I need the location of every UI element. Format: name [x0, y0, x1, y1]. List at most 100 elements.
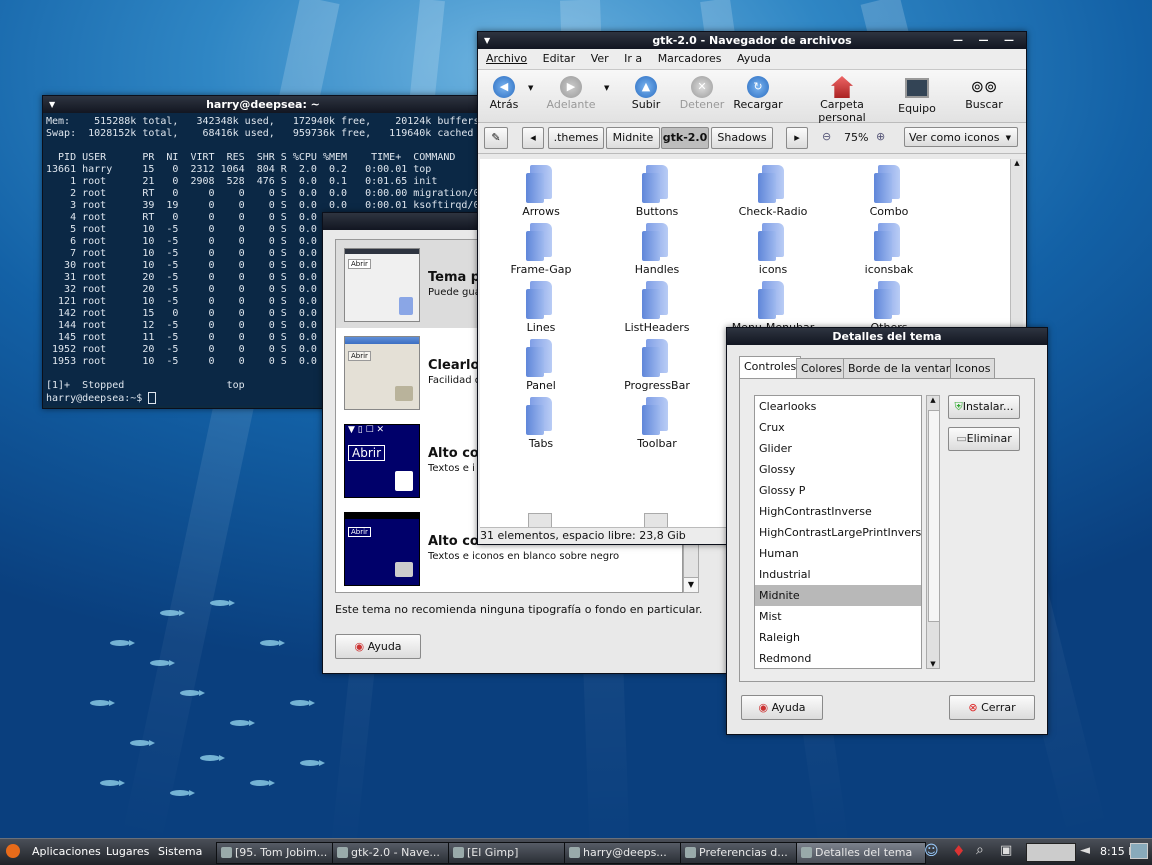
menu-aplicaciones[interactable]: Aplicaciones	[32, 845, 101, 858]
ruby-icon[interactable]: ♦	[952, 842, 965, 860]
theme-list-item[interactable]: Human	[755, 543, 921, 564]
folder-icon[interactable]	[526, 339, 556, 377]
scroll-down-icon[interactable]: ▼	[927, 660, 939, 668]
back-history-icon[interactable]: ▼	[528, 84, 533, 92]
folder-label[interactable]: Handles	[602, 263, 712, 276]
path-right-button[interactable]: ▸	[786, 127, 808, 149]
folder-label[interactable]: Toolbar	[602, 437, 712, 450]
window-menu-icon[interactable]: ▼	[484, 32, 490, 49]
file-icon[interactable]	[644, 513, 668, 527]
zoom-out-icon[interactable]: ⊖	[822, 130, 831, 143]
folder-icon[interactable]	[874, 165, 904, 203]
path-left-button[interactable]: ◂	[522, 127, 544, 149]
magnifier-icon[interactable]: ⌕	[976, 842, 984, 858]
folder-icon[interactable]	[758, 165, 788, 203]
back-button[interactable]: ◀ Atrás	[482, 76, 526, 111]
tab-borde[interactable]: Borde de la ventana	[843, 358, 965, 378]
zoom-in-icon[interactable]: ⊕	[876, 130, 885, 143]
theme-list-item[interactable]: Redmond	[755, 648, 921, 668]
folder-icon[interactable]	[642, 223, 672, 261]
window-menu-icon[interactable]: ▼	[49, 96, 55, 113]
theme-list-item[interactable]: Mist	[755, 606, 921, 627]
menu-archivo[interactable]: Archivo	[486, 52, 527, 65]
menu-ir-a[interactable]: Ir a	[624, 52, 642, 65]
folder-label[interactable]: ProgressBar	[602, 379, 712, 392]
folder-label[interactable]: Arrows	[486, 205, 596, 218]
folder-label[interactable]: Combo	[834, 205, 944, 218]
theme-details-titlebar[interactable]: Detalles del tema	[727, 328, 1047, 345]
menu-ver[interactable]: Ver	[591, 52, 609, 65]
path-shadows[interactable]: Shadows	[711, 127, 773, 149]
folder-icon[interactable]	[642, 397, 672, 435]
user-icon[interactable]: ☺	[924, 843, 939, 859]
forward-history-icon[interactable]: ▼	[604, 84, 609, 92]
menu-ayuda[interactable]: Ayuda	[737, 52, 771, 65]
path-gtk[interactable]: gtk-2.0	[661, 127, 709, 149]
folder-label[interactable]: Buttons	[602, 205, 712, 218]
help-button[interactable]: ◉ Ayuda	[335, 634, 421, 659]
ubuntu-logo-icon[interactable]	[6, 844, 20, 858]
task-terminal[interactable]: harry@deeps...	[564, 842, 692, 864]
computer-button[interactable]: Equipo	[894, 76, 940, 115]
reload-button[interactable]: ↻ Recargar	[732, 76, 784, 111]
folder-icon[interactable]	[526, 165, 556, 203]
list-scrollbar[interactable]: ▲ ▼	[926, 395, 940, 669]
folder-icon[interactable]	[758, 223, 788, 261]
theme-list-item[interactable]: HighContrastInverse	[755, 501, 921, 522]
remove-button[interactable]: ▭Eliminar	[948, 427, 1020, 451]
folder-label[interactable]: icons	[718, 263, 828, 276]
theme-list-item[interactable]: Glossy	[755, 459, 921, 480]
folder-icon[interactable]	[642, 281, 672, 319]
folder-label[interactable]: Frame-Gap	[486, 263, 596, 276]
scroll-up-icon[interactable]: ▲	[927, 396, 939, 404]
folder-label[interactable]: ListHeaders	[602, 321, 712, 334]
theme-list-item[interactable]: Midnite	[755, 585, 921, 606]
workspace-switcher[interactable]	[1026, 843, 1076, 862]
tab-colores[interactable]: Colores	[796, 358, 847, 378]
tab-controles[interactable]: Controles	[739, 356, 802, 378]
theme-list-item[interactable]: HighContrastLargePrintInverse	[755, 522, 921, 543]
zoom-level[interactable]: 75%	[844, 131, 868, 144]
path-themes[interactable]: .themes	[548, 127, 604, 149]
scroll-down-icon[interactable]: ▼	[684, 577, 698, 592]
folder-icon[interactable]	[642, 165, 672, 203]
details-help-button[interactable]: ◉ Ayuda	[741, 695, 823, 720]
folder-icon[interactable]	[526, 281, 556, 319]
window-controls[interactable]: — — —	[953, 32, 1020, 49]
folder-icon[interactable]	[642, 339, 672, 377]
folder-icon[interactable]	[758, 281, 788, 319]
theme-list-item[interactable]: Raleigh	[755, 627, 921, 648]
task-gimp[interactable]: [El Gimp]	[448, 842, 576, 864]
install-button[interactable]: ⛨Instalar...	[948, 395, 1020, 419]
close-button[interactable]: ⊗ Cerrar	[949, 695, 1035, 720]
folder-label[interactable]: Lines	[486, 321, 596, 334]
folder-label[interactable]: Check-Radio	[718, 205, 828, 218]
theme-list-item[interactable]: Crux	[755, 417, 921, 438]
tab-iconos[interactable]: Iconos	[950, 358, 996, 378]
theme-list-item[interactable]: Glider	[755, 438, 921, 459]
scroll-up-icon[interactable]: ▲	[1011, 159, 1023, 167]
home-button[interactable]: Carpeta personal	[796, 76, 888, 124]
search-button[interactable]: ⊚⊚ Buscar	[958, 76, 1010, 111]
file-icon[interactable]	[528, 513, 552, 527]
folder-icon[interactable]	[874, 223, 904, 261]
task-music[interactable]: [95. Tom Jobim...	[216, 842, 344, 864]
menu-lugares[interactable]: Lugares	[106, 845, 149, 858]
theme-details-window[interactable]: Detalles del tema Controles Colores Bord…	[726, 327, 1048, 735]
folder-icon[interactable]	[874, 281, 904, 319]
menu-marcadores[interactable]: Marcadores	[658, 52, 722, 65]
file-manager-titlebar[interactable]: ▼ gtk-2.0 - Navegador de archivos — — —	[478, 32, 1026, 49]
task-preferences[interactable]: Preferencias d...	[680, 842, 808, 864]
theme-list-item[interactable]: Industrial	[755, 564, 921, 585]
folder-icon[interactable]	[526, 397, 556, 435]
theme-list-item[interactable]: Glossy P	[755, 480, 921, 501]
theme-name-list[interactable]: Clearlooks Crux Glider Glossy Glossy P HighCo…	[754, 395, 922, 669]
theme-list-item[interactable]: Clearlooks	[755, 396, 921, 417]
stop-button[interactable]: ✕ Detener	[676, 76, 728, 111]
folder-icon[interactable]	[526, 223, 556, 261]
path-midnite[interactable]: Midnite	[606, 127, 660, 149]
menu-sistema[interactable]: Sistema	[158, 845, 202, 858]
location-toggle-button[interactable]: ✎	[484, 127, 508, 149]
show-desktop-icon[interactable]	[1130, 843, 1148, 859]
scroll-thumb[interactable]	[928, 410, 940, 622]
